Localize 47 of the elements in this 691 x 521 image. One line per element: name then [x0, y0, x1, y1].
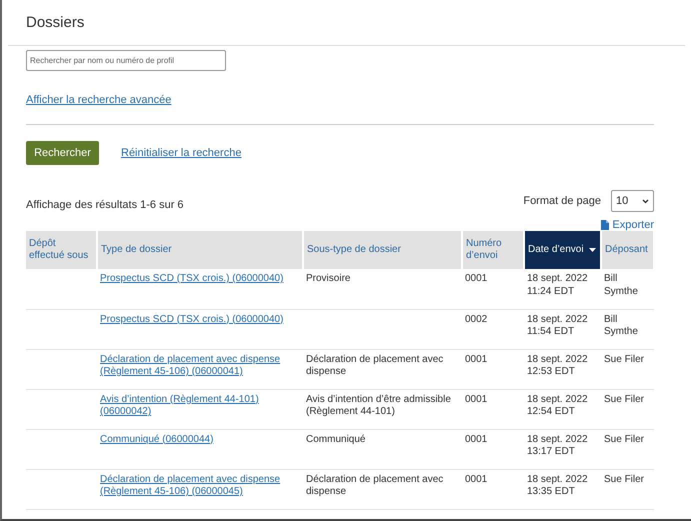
- column-header[interactable]: Déposant: [601, 231, 654, 269]
- dossier-link[interactable]: Prospectus SCD (TSX crois.) (06000040): [100, 273, 300, 286]
- table-cell: 18 sept. 2022 11:54 EDT: [527, 314, 588, 337]
- chevron-down-icon: [642, 198, 649, 204]
- table-cell: 18 sept. 2022 12:53 EDT: [527, 354, 588, 377]
- table-cell: Sue Filer: [604, 354, 644, 364]
- column-header[interactable]: Dépôt effectué sous: [26, 231, 97, 269]
- table-cell: 18 sept. 2022 13:35 EDT: [527, 474, 588, 497]
- table-cell: Bill Symthe: [604, 273, 638, 296]
- table-cell: 18 sept. 2022 11:24 EDT: [527, 273, 588, 296]
- export-link[interactable]: Exporter: [601, 218, 654, 231]
- dossier-link[interactable]: Déclaration de placement avec dispense (Règlement 45-106) (06000041): [100, 354, 300, 378]
- advanced-search-link[interactable]: Afficher la recherche avancée: [26, 94, 172, 106]
- table-cell: Sue Filer: [604, 394, 644, 404]
- dossier-link[interactable]: Avis d’intention (Règlement 44-101) (06000042): [100, 394, 300, 418]
- reset-search-link[interactable]: Réinitialiser la recherche: [121, 147, 242, 159]
- table-cell: 0001: [465, 394, 488, 404]
- results-summary: Affichage des résultats 1-6 sur 6: [26, 199, 184, 211]
- page-size-select[interactable]: 10: [611, 190, 654, 212]
- table-cell: 0001: [465, 273, 488, 284]
- table-cell: 0001: [465, 474, 488, 484]
- dossier-link[interactable]: Déclaration de placement avec dispense (Règlement 45-106) (06000045): [100, 474, 300, 498]
- search-button[interactable]: Rechercher: [26, 141, 99, 165]
- table-cell: 0001: [465, 354, 488, 364]
- table-cell: Communiqué: [306, 434, 366, 444]
- document-icon: [601, 220, 610, 230]
- dossier-link[interactable]: Prospectus SCD (TSX crois.) (06000040): [100, 314, 300, 326]
- table-cell: 0002: [465, 314, 488, 324]
- table-cell: Sue Filer: [604, 474, 644, 484]
- table-cell: Déclaration de placement avec dispense: [306, 354, 444, 377]
- table-cell: Sue Filer: [604, 434, 644, 444]
- table-cell: 18 sept. 2022 12:54 EDT: [527, 394, 588, 417]
- column-header[interactable]: Numéro d’envoi: [462, 231, 524, 269]
- table-cell: Bill Symthe: [604, 314, 638, 337]
- page-size-label: Format de page: [523, 195, 601, 207]
- dossier-link[interactable]: Communiqué (06000044): [100, 434, 300, 446]
- column-header[interactable]: Date d’envoi: [524, 231, 601, 269]
- column-header[interactable]: Sous-type de dossier: [303, 231, 462, 269]
- table-cell: 0001: [465, 434, 488, 444]
- page-title: Dossiers: [25, 13, 86, 33]
- search-field[interactable]: Rechercher par nom ou numéro de profil: [26, 50, 226, 71]
- sort-down-icon: [588, 248, 596, 252]
- table-cell: Déclaration de placement avec dispense: [306, 474, 444, 497]
- table-cell: Provisoire: [306, 273, 350, 284]
- table-cell: 18 sept. 2022 13:17 EDT: [527, 434, 588, 457]
- table-cell: Avis d’intention d’être admissible (Règlement 44-101): [306, 394, 451, 417]
- column-header[interactable]: Type de dossier: [97, 231, 303, 269]
